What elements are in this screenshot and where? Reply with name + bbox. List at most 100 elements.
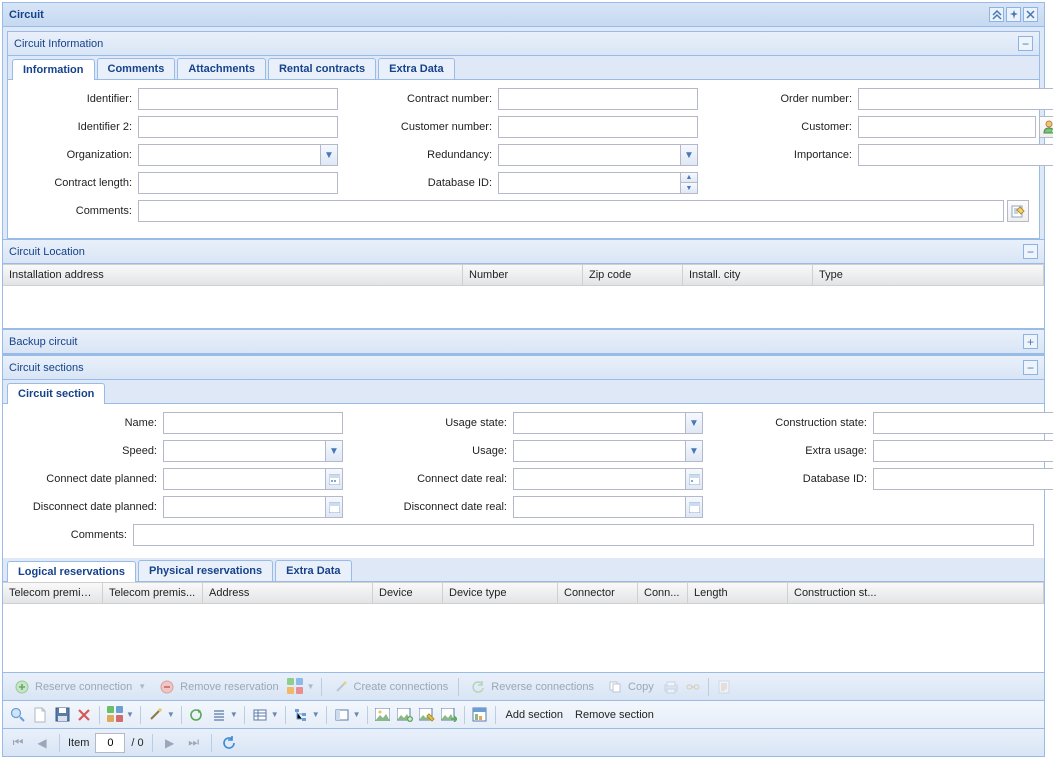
image-icon[interactable] — [374, 706, 392, 724]
collapse-icon[interactable]: − — [1023, 360, 1038, 375]
panel-icon[interactable] — [333, 706, 351, 724]
calendar-icon[interactable] — [325, 496, 343, 518]
delete-icon[interactable] — [75, 706, 93, 724]
section-comments-input[interactable] — [133, 524, 1034, 546]
col-telecom-premises[interactable]: Telecom premises — [3, 583, 103, 603]
tab-attachments[interactable]: Attachments — [177, 58, 266, 79]
create-connections-button[interactable]: Create connections — [328, 676, 453, 698]
search-icon[interactable] — [9, 706, 27, 724]
add-customer-icon[interactable] — [1039, 116, 1053, 138]
tab-extra-data2[interactable]: Extra Data — [275, 560, 351, 581]
comments-input[interactable] — [138, 200, 1004, 222]
tab-extra-data[interactable]: Extra Data — [378, 58, 454, 79]
extra-usage-input[interactable] — [873, 440, 1053, 462]
customer-number-input[interactable] — [498, 116, 698, 138]
speed-combo[interactable]: ▼ — [163, 440, 343, 462]
reserve-connection-button[interactable]: Reserve connection ▼ — [9, 676, 150, 698]
col-device-type[interactable]: Device type — [443, 583, 558, 603]
col-address[interactable]: Address — [203, 583, 373, 603]
chevron-down-icon[interactable]: ▼ — [320, 144, 338, 166]
refresh-icon[interactable] — [220, 734, 238, 752]
usage-combo[interactable]: ▼ — [513, 440, 703, 462]
chevron-down-icon[interactable]: ▼ — [312, 710, 320, 719]
organization-combo[interactable]: ▼ — [138, 144, 338, 166]
order-number-input[interactable] — [858, 88, 1053, 110]
section-database-id-spinner[interactable]: ▲▼ — [873, 468, 1053, 490]
collapse-icon[interactable]: − — [1023, 244, 1038, 259]
customer-input[interactable] — [858, 116, 1036, 138]
sheet-icon[interactable] — [715, 678, 733, 696]
grid-color-icon[interactable] — [287, 678, 305, 696]
calendar-icon[interactable] — [685, 496, 703, 518]
spin-up-icon[interactable]: ▲ — [680, 172, 698, 183]
disconnect-real-date[interactable] — [513, 496, 703, 518]
col-construction-st[interactable]: Construction st... — [788, 583, 1044, 603]
close-icon[interactable] — [1023, 7, 1038, 22]
chevron-down-icon[interactable]: ▼ — [230, 710, 238, 719]
list-icon[interactable] — [210, 706, 228, 724]
redundancy-combo[interactable]: ▼ — [498, 144, 698, 166]
chevron-down-icon[interactable]: ▼ — [126, 710, 134, 719]
calendar-icon[interactable] — [325, 468, 343, 490]
report-icon[interactable] — [471, 706, 489, 724]
tab-physical-reservations[interactable]: Physical reservations — [138, 560, 273, 581]
chevron-down-icon[interactable]: ▼ — [685, 412, 703, 434]
identifier2-input[interactable] — [138, 116, 338, 138]
remove-section-button[interactable]: Remove section — [571, 707, 658, 723]
calendar-icon[interactable] — [685, 468, 703, 490]
tab-logical-reservations[interactable]: Logical reservations — [7, 561, 136, 582]
chevron-down-icon[interactable]: ▼ — [307, 682, 315, 691]
save-icon[interactable] — [53, 706, 71, 724]
link-icon[interactable] — [684, 678, 702, 696]
tab-comments[interactable]: Comments — [97, 58, 176, 79]
disconnect-planned-date[interactable] — [163, 496, 343, 518]
location-grid-body[interactable] — [3, 286, 1044, 328]
prev-page-icon[interactable]: ◀ — [33, 734, 51, 752]
chevron-down-icon[interactable]: ▼ — [353, 710, 361, 719]
col-length[interactable]: Length — [688, 583, 788, 603]
image-edit-icon[interactable] — [418, 706, 436, 724]
first-page-icon[interactable]: ⏮ — [9, 734, 27, 752]
collapse-icon[interactable]: − — [1018, 36, 1033, 51]
chevron-down-icon[interactable]: ▼ — [167, 710, 175, 719]
identifier-input[interactable] — [138, 88, 338, 110]
col-install-address[interactable]: Installation address — [3, 265, 463, 285]
tree-icon[interactable] — [292, 706, 310, 724]
name-input[interactable] — [163, 412, 343, 434]
spin-down-icon[interactable]: ▼ — [680, 183, 698, 194]
image-add-icon[interactable] — [396, 706, 414, 724]
chevron-down-icon[interactable]: ▼ — [271, 710, 279, 719]
new-icon[interactable] — [31, 706, 49, 724]
col-install-city[interactable]: Install. city — [683, 265, 813, 285]
wand-icon[interactable] — [147, 706, 165, 724]
col-connector[interactable]: Connector — [558, 583, 638, 603]
reverse-connections-button[interactable]: Reverse connections — [465, 676, 598, 698]
reservations-grid-body[interactable] — [3, 604, 1044, 672]
col-type[interactable]: Type — [813, 265, 1044, 285]
chevron-down-icon[interactable]: ▼ — [680, 144, 698, 166]
last-page-icon[interactable]: ⏭ — [185, 734, 203, 752]
col-device[interactable]: Device — [373, 583, 443, 603]
print-icon[interactable] — [662, 678, 680, 696]
tab-circuit-section[interactable]: Circuit section — [7, 383, 105, 404]
remove-reservation-button[interactable]: Remove reservation — [154, 676, 282, 698]
connect-planned-date[interactable] — [163, 468, 343, 490]
edit-comments-icon[interactable] — [1007, 200, 1029, 222]
chevron-down-icon[interactable]: ▼ — [325, 440, 343, 462]
pin-icon[interactable] — [1006, 7, 1021, 22]
usage-state-combo[interactable]: ▼ — [513, 412, 703, 434]
importance-combo[interactable]: ▼ — [858, 144, 1053, 166]
col-zip[interactable]: Zip code — [583, 265, 683, 285]
col-number[interactable]: Number — [463, 265, 583, 285]
copy-button[interactable]: Copy — [602, 676, 658, 698]
contract-length-input[interactable] — [138, 172, 338, 194]
connect-real-date[interactable] — [513, 468, 703, 490]
contract-number-input[interactable] — [498, 88, 698, 110]
expand-icon[interactable]: + — [1023, 334, 1038, 349]
tab-rental-contracts[interactable]: Rental contracts — [268, 58, 376, 79]
chevron-down-icon[interactable]: ▼ — [685, 440, 703, 462]
col-telecom-premises2[interactable]: Telecom premis... — [103, 583, 203, 603]
grid-color-icon[interactable] — [106, 706, 124, 724]
reload-icon[interactable] — [188, 706, 206, 724]
construction-state-combo[interactable]: ▼ — [873, 412, 1053, 434]
